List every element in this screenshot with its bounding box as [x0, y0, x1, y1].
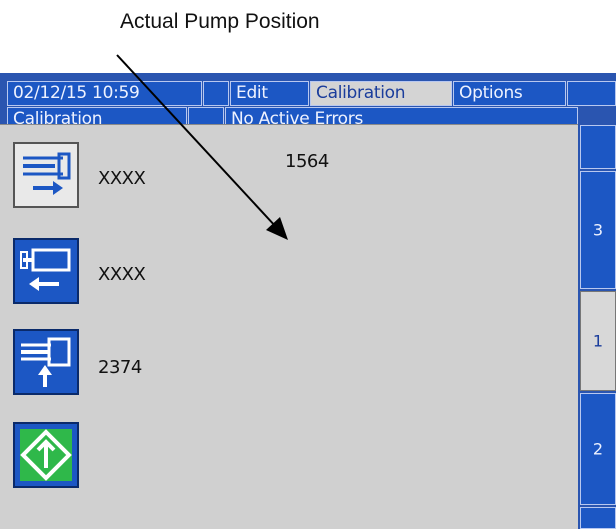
pump-raise-icon	[21, 337, 71, 387]
row-value-2: XXXX	[98, 264, 146, 285]
row-value-1: XXXX	[98, 168, 146, 189]
tab-calibration[interactable]: Calibration	[310, 81, 452, 106]
side-tab-1[interactable]: 1	[580, 291, 616, 391]
side-tab-3[interactable]: 3	[580, 171, 616, 289]
row-value-3: 2374	[98, 357, 142, 378]
main-panel: 1564 XXXX XXXX 2374	[0, 124, 578, 529]
pump-retract-button[interactable]	[13, 238, 79, 304]
pump-raise-button[interactable]	[13, 329, 79, 395]
start-button[interactable]	[13, 422, 79, 488]
actual-pump-position: 1564	[285, 151, 329, 172]
tab-more[interactable]	[567, 81, 616, 106]
start-diamond-icon	[20, 429, 72, 481]
datetime-display: 02/12/15 10:59	[7, 81, 202, 106]
side-tab-bottom[interactable]	[580, 507, 616, 529]
tab-edit[interactable]: Edit	[230, 81, 309, 106]
callout-label: Actual Pump Position	[120, 10, 320, 33]
side-tab-2[interactable]: 2	[580, 393, 616, 505]
pump-extend-button[interactable]	[13, 142, 79, 208]
hmi-screen: 02/12/15 10:59 Edit Calibration Options …	[0, 73, 616, 529]
side-tab-top[interactable]	[580, 125, 616, 169]
pump-retract-icon	[20, 248, 71, 291]
pump-extend-icon	[23, 152, 71, 195]
header-blank	[203, 81, 229, 106]
tab-options[interactable]: Options	[453, 81, 566, 106]
